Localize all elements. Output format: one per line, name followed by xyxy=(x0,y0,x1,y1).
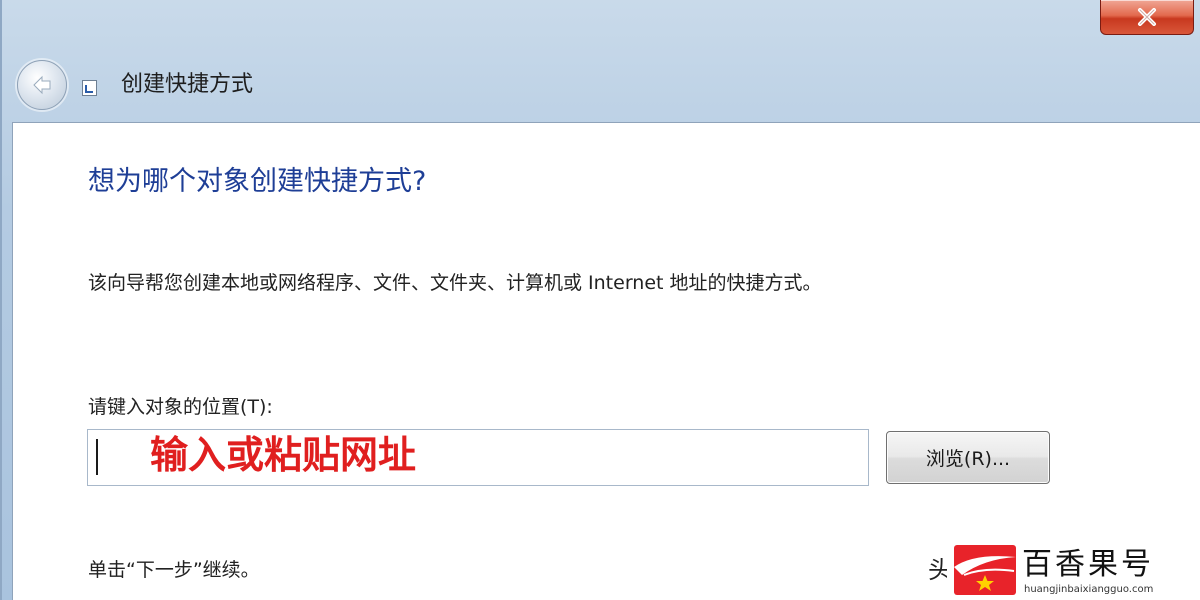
watermark-logo xyxy=(954,545,1016,595)
back-arrow-icon xyxy=(33,75,51,95)
star-swoosh-icon xyxy=(954,556,1016,591)
watermark: 百香果号 huangjinbaixiangguo.com xyxy=(947,543,1200,600)
wizard-description: 该向导帮您创建本地或网络程序、文件、文件夹、计算机或 Internet 地址的快… xyxy=(88,272,822,294)
shortcut-wizard-icon xyxy=(82,80,97,96)
window-frame-edge xyxy=(0,0,2,600)
location-label: 请键入对象的位置(T): xyxy=(88,396,273,418)
browse-button[interactable]: 浏览(R)... xyxy=(886,431,1050,484)
watermark-text: 百香果号 xyxy=(1022,547,1154,582)
annotation-overlay-text: 输入或粘贴网址 xyxy=(150,433,417,477)
footer-hint: 单击“下一步”继续。 xyxy=(88,559,260,581)
wizard-window: 创建快捷方式 想为哪个对象创建快捷方式? 该向导帮您创建本地或网络程序、文件、文… xyxy=(0,0,1200,600)
text-caret xyxy=(96,439,98,475)
close-button[interactable] xyxy=(1100,0,1194,35)
watermark-url: huangjinbaixiangguo.com xyxy=(1024,584,1154,595)
page-heading: 想为哪个对象创建快捷方式? xyxy=(88,166,427,197)
window-title: 创建快捷方式 xyxy=(121,72,254,97)
back-button[interactable] xyxy=(17,60,67,110)
close-icon xyxy=(1138,8,1156,26)
